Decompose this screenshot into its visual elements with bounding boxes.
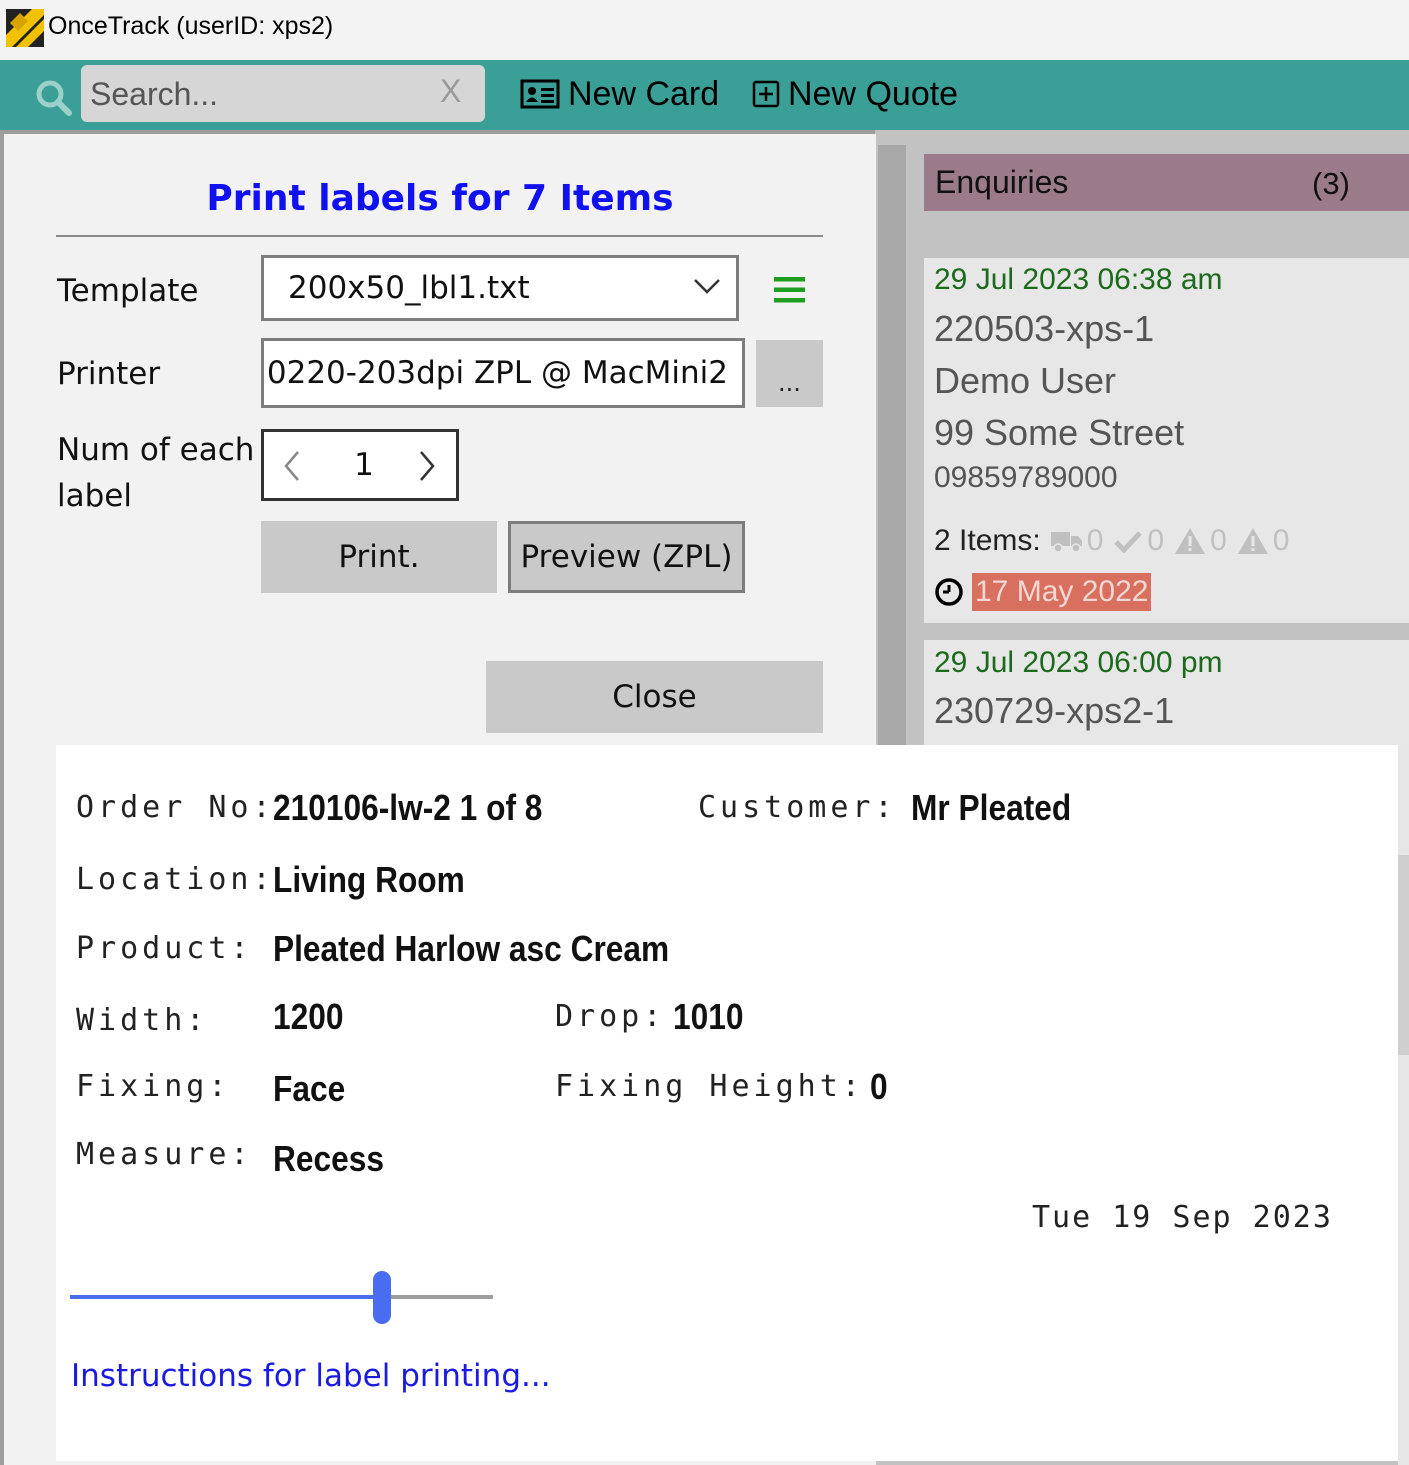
preview-zpl-button[interactable]: Preview (ZPL)	[508, 521, 745, 593]
label-date: Tue 19 Sep 2023	[1032, 1200, 1333, 1235]
fixing-value: Face	[273, 1068, 346, 1109]
customer-label: Customer:	[698, 790, 897, 825]
printer-field[interactable]: 0220-203dpi ZPL @ MacMini2	[261, 338, 745, 408]
column-divider	[878, 145, 906, 745]
printer-label: Printer	[57, 356, 161, 392]
num-of-each-label: Num of each label	[57, 427, 254, 519]
zoom-slider-track[interactable]	[382, 1295, 493, 1299]
search-clear-button[interactable]: X	[440, 73, 466, 113]
warning-icon	[1175, 528, 1206, 554]
product-value: Pleated Harlow asc Cream	[273, 928, 670, 969]
order-no-label: Order No:	[76, 790, 275, 825]
card-due-row: 17 May 2022	[934, 573, 1152, 611]
truck-icon	[1050, 532, 1082, 553]
due-date-badge: 17 May 2022	[972, 573, 1152, 611]
template-label: Template	[57, 273, 199, 309]
stat-value: 0	[1086, 524, 1104, 557]
width-value: 1200	[273, 996, 344, 1037]
template-select-value: 200x50_lbl1.txt	[288, 270, 530, 306]
printer-browse-button[interactable]: ...	[756, 340, 823, 407]
dialog-divider	[56, 235, 823, 237]
customer-value: Mr Pleated	[911, 787, 1072, 828]
clock-icon	[935, 578, 963, 606]
location-label: Location:	[76, 862, 275, 897]
new-quote-button[interactable]: New Quote	[752, 64, 958, 124]
warning-stat: 0	[1174, 524, 1227, 558]
close-button[interactable]: Close	[486, 661, 823, 733]
window-title: OnceTrack (userID: xps2)	[48, 12, 334, 40]
enquiries-title: Enquiries	[935, 164, 1069, 200]
order-no-value: 210106-lw-2 1 of 8	[273, 787, 543, 828]
scrollbar-track[interactable]	[1398, 745, 1409, 1465]
items-label: 2 Items:	[934, 524, 1041, 557]
location-value: Living Room	[273, 859, 465, 900]
new-card-button[interactable]: New Card	[520, 64, 719, 124]
warning-icon	[1237, 528, 1268, 554]
chevron-down-icon	[692, 276, 722, 300]
num-label-line2: label	[57, 478, 132, 514]
fixing-height-label: Fixing Height:	[555, 1069, 864, 1104]
instructions-link[interactable]: Instructions for label printing...	[71, 1358, 551, 1394]
card-address: 99 Some Street	[934, 412, 1185, 453]
fixing-height-value: 0	[870, 1066, 888, 1107]
dialog-title: Print labels for 7 Items	[206, 178, 674, 219]
new-card-label: New Card	[568, 74, 720, 113]
zoom-slider-thumb[interactable]	[373, 1271, 391, 1324]
measure-value: Recess	[273, 1138, 384, 1179]
stat-value: 0	[1210, 524, 1227, 557]
scrollbar-thumb[interactable]	[1398, 855, 1409, 1055]
search-icon[interactable]	[34, 78, 74, 118]
new-quote-label: New Quote	[788, 74, 959, 113]
card-phone: 09859789000	[934, 461, 1118, 494]
hamburger-menu-icon[interactable]	[772, 276, 806, 308]
width-label: Width:	[76, 1003, 209, 1038]
measure-label: Measure:	[76, 1137, 253, 1172]
stat-value: 0	[1272, 524, 1290, 557]
card-id: 220503-xps-1	[934, 308, 1155, 349]
chevron-left-icon[interactable]	[281, 449, 303, 487]
card-items-row: 2 Items: 0 0 0 0	[934, 524, 1289, 558]
print-button[interactable]: Print.	[261, 521, 497, 593]
product-label: Product:	[76, 931, 253, 966]
warning-stat: 0	[1237, 524, 1290, 558]
check-icon	[1114, 531, 1143, 553]
card-date: 29 Jul 2023 06:00 pm	[934, 646, 1223, 679]
delivered-stat: 0	[1050, 524, 1104, 558]
completed-stat: 0	[1113, 524, 1164, 558]
quantity-value[interactable]: 1	[350, 447, 378, 483]
stat-value: 0	[1147, 524, 1165, 557]
search-input[interactable]	[90, 70, 430, 118]
num-label-line1: Num of each	[57, 432, 255, 468]
fixing-label: Fixing:	[76, 1069, 231, 1104]
printer-field-value: 0220-203dpi ZPL @ MacMini2	[266, 355, 728, 391]
drop-value: 1010	[673, 996, 744, 1037]
oncetrack-logo-icon	[6, 9, 44, 47]
drop-label: Drop:	[555, 999, 666, 1034]
enquiries-count: (3)	[1312, 166, 1350, 201]
card-id: 230729-xps2-1	[934, 690, 1175, 731]
plus-square-icon	[752, 80, 780, 108]
chevron-right-icon[interactable]	[416, 449, 438, 487]
id-card-icon	[520, 79, 560, 109]
zoom-slider-track-filled[interactable]	[70, 1295, 382, 1299]
card-customer-name: Demo User	[934, 360, 1117, 401]
card-date: 29 Jul 2023 06:38 am	[934, 263, 1223, 296]
